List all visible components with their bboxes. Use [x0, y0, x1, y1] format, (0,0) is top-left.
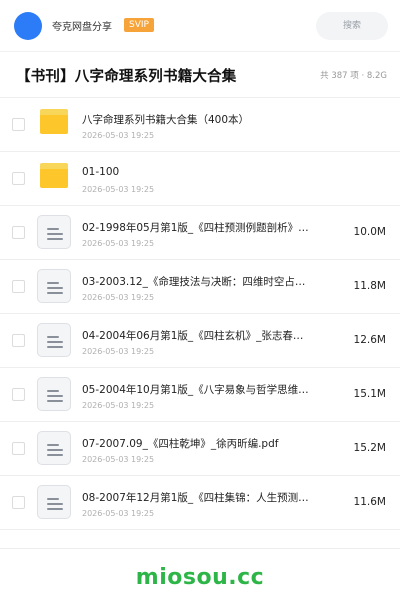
file-name: 01-100 — [82, 166, 120, 178]
file-name: 04-2004年06月第1版_《四柱玄机》_张志春… — [82, 330, 304, 342]
file-date: 2026-05-03 19:25 — [82, 239, 155, 248]
file-name: 08-2007年12月第1版_《四柱集锦：人生预测… — [82, 492, 309, 504]
document-icon — [37, 431, 71, 465]
title-row: 【书刊】八字命理系列书籍大合集 共 387 项 · 8.2G — [0, 52, 400, 98]
list-item[interactable]: 八字命理系列书籍大合集（400本） 2026-05-03 19:25 — [0, 98, 400, 152]
list-item[interactable]: 03-2003.12_《命理技法与决断：四维时空占… 2026-05-03 19… — [0, 260, 400, 314]
folder-icon — [40, 163, 68, 188]
page-title: 【书刊】八字命理系列书籍大合集 — [16, 69, 237, 85]
list-item[interactable]: 08-2007年12月第1版_《四柱集锦：人生预测… 2026-05-03 19… — [0, 476, 400, 530]
select-checkbox[interactable] — [12, 442, 25, 455]
file-date: 2026-05-03 19:25 — [82, 185, 155, 194]
file-size: 12.6M — [353, 334, 386, 346]
file-name: 八字命理系列书籍大合集（400本） — [82, 114, 250, 126]
file-date: 2026-05-03 19:25 — [82, 401, 155, 410]
file-date: 2026-05-03 19:25 — [82, 509, 155, 518]
list-item[interactable]: 01-100 2026-05-03 19:25 — [0, 152, 400, 206]
document-icon — [37, 269, 71, 303]
file-name: 05-2004年10月第1版_《八字易象与哲学思维… — [82, 384, 309, 396]
file-size: 11.8M — [353, 280, 386, 292]
file-date: 2026-05-03 19:25 — [82, 293, 155, 302]
document-icon — [37, 215, 71, 249]
sharer-name: 夸克网盘分享 — [52, 22, 112, 33]
file-date: 2026-05-03 19:25 — [82, 347, 155, 356]
select-checkbox[interactable] — [12, 172, 25, 185]
app-header: 夸克网盘分享 SVIP 搜索 — [0, 0, 400, 52]
list-item[interactable]: 05-2004年10月第1版_《八字易象与哲学思维… 2026-05-03 19… — [0, 368, 400, 422]
select-checkbox[interactable] — [12, 280, 25, 293]
avatar[interactable] — [14, 12, 42, 40]
file-size: 15.1M — [353, 388, 386, 400]
select-checkbox[interactable] — [12, 496, 25, 509]
search-input[interactable]: 搜索 — [316, 12, 388, 40]
file-name: 07-2007.09_《四柱乾坤》_徐丙昕编.pdf — [82, 438, 279, 450]
list-item[interactable]: 07-2007.09_《四柱乾坤》_徐丙昕编.pdf 2026-05-03 19… — [0, 422, 400, 476]
file-size: 11.6M — [353, 496, 386, 508]
document-icon — [37, 377, 71, 411]
select-checkbox[interactable] — [12, 388, 25, 401]
item-count-summary: 共 387 项 · 8.2G — [320, 71, 387, 81]
select-checkbox[interactable] — [12, 118, 25, 131]
file-size: 15.2M — [353, 442, 386, 454]
svip-badge: SVIP — [124, 18, 154, 32]
folder-icon — [40, 109, 68, 134]
document-icon — [37, 323, 71, 357]
file-date: 2026-05-03 19:25 — [82, 455, 155, 464]
file-name: 02-1998年05月第1版_《四柱预测例题剖析》… — [82, 222, 309, 234]
file-size: 10.0M — [353, 226, 386, 238]
file-list: 八字命理系列书籍大合集（400本） 2026-05-03 19:25 01-10… — [0, 98, 400, 530]
list-item[interactable]: 04-2004年06月第1版_《四柱玄机》_张志春… 2026-05-03 19… — [0, 314, 400, 368]
list-item[interactable]: 02-1998年05月第1版_《四柱预测例题剖析》… 2026-05-03 19… — [0, 206, 400, 260]
site-watermark: miosou.cc — [135, 565, 265, 590]
document-icon — [37, 485, 71, 519]
file-name: 03-2003.12_《命理技法与决断：四维时空占… — [82, 276, 306, 288]
file-date: 2026-05-03 19:25 — [82, 131, 155, 140]
select-checkbox[interactable] — [12, 226, 25, 239]
select-checkbox[interactable] — [12, 334, 25, 347]
